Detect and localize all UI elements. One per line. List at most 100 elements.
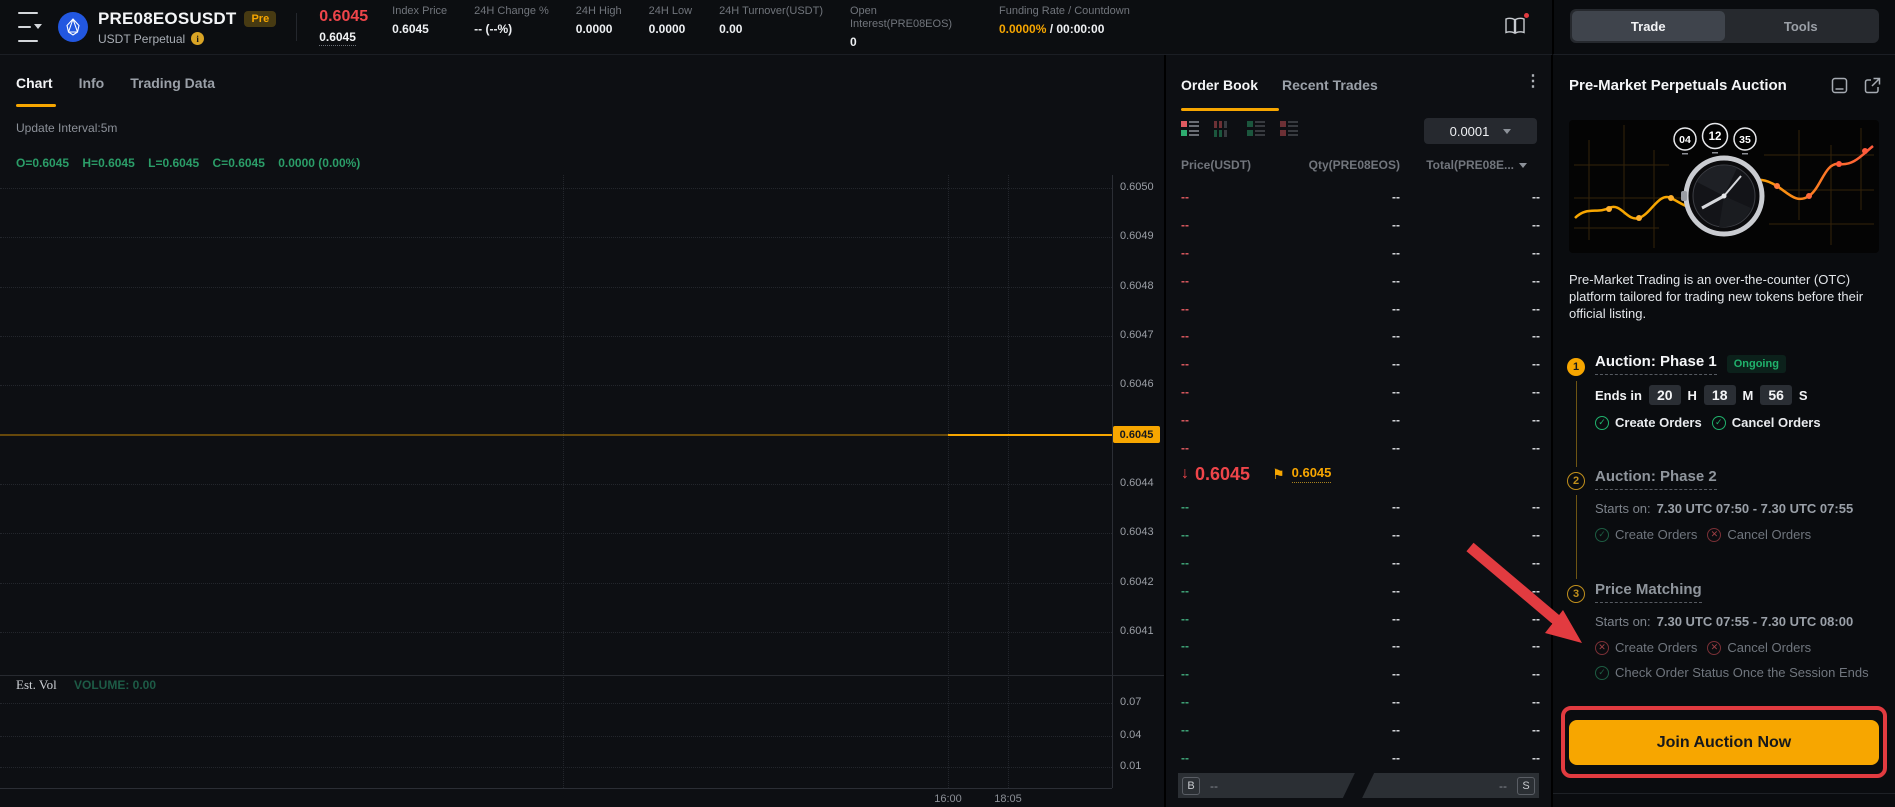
price-cell: --: [1181, 190, 1189, 204]
col-total[interactable]: Total(PRE08E...: [1426, 158, 1527, 172]
price-cell: --: [1181, 695, 1189, 709]
volume-axis-label: 0.01: [1120, 760, 1141, 772]
total-cell: --: [1532, 246, 1540, 260]
tab-tools[interactable]: Tools: [1725, 11, 1878, 41]
ask-row[interactable]: ------: [1166, 350, 1551, 378]
tab-order-book[interactable]: Order Book: [1181, 77, 1258, 93]
auction-title: Pre-Market Perpetuals Auction: [1569, 77, 1787, 94]
tab-trading-data[interactable]: Trading Data: [130, 75, 215, 91]
qty-cell: --: [1392, 302, 1400, 316]
symbol-name[interactable]: PRE08EOSUSDT: [98, 9, 236, 29]
price-axis-label: 0.6042: [1120, 576, 1154, 588]
ask-row[interactable]: ------: [1166, 322, 1551, 350]
book-icon[interactable]: [1504, 16, 1526, 41]
buy-ratio-value: --: [1210, 779, 1218, 793]
volume-axis-label: 0.04: [1120, 729, 1141, 741]
volume-axis-label: 0.07: [1120, 696, 1141, 708]
view-depth-icon[interactable]: [1214, 121, 1232, 137]
tab-trade[interactable]: Trade: [1572, 11, 1725, 41]
phase-1-title[interactable]: Auction: Phase 1: [1595, 353, 1717, 375]
auction-panel: Pre-Market Perpetuals Auction: [1553, 55, 1895, 807]
bid-row[interactable]: ------: [1166, 688, 1551, 716]
tab-info[interactable]: Info: [79, 75, 105, 91]
sell-ratio-value: --: [1499, 779, 1507, 793]
bid-row[interactable]: ------: [1166, 605, 1551, 633]
price-cell: --: [1181, 246, 1189, 260]
starts-on-value: 7.30 UTC 07:50 - 7.30 UTC 07:55: [1657, 501, 1854, 516]
join-auction-button[interactable]: Join Auction Now: [1569, 720, 1879, 765]
info-icon[interactable]: i: [191, 32, 204, 45]
gridline-horizontal: [0, 336, 1112, 337]
view-bids-icon[interactable]: [1247, 121, 1265, 137]
sell-ratio-bar: -- S: [1362, 773, 1539, 798]
qty-cell: --: [1392, 274, 1400, 288]
gridline-vertical: [563, 175, 564, 788]
active-tab-underline: [16, 104, 56, 107]
stat-label: 24H Low: [649, 5, 692, 18]
bid-row[interactable]: ------: [1166, 632, 1551, 660]
time-axis-line: [0, 788, 1112, 789]
price-axis-label: 0.6044: [1120, 477, 1154, 489]
price-axis-label: 0.6043: [1120, 526, 1154, 538]
bid-row[interactable]: ------: [1166, 660, 1551, 688]
more-options-icon[interactable]: ⋮: [1525, 75, 1541, 89]
bid-row[interactable]: ------: [1166, 577, 1551, 605]
phase-3-note: ✓Check Order Status Once the Session End…: [1595, 665, 1869, 680]
tab-recent-trades[interactable]: Recent Trades: [1282, 77, 1378, 93]
bid-row[interactable]: ------: [1166, 716, 1551, 744]
qty-cell: --: [1392, 500, 1400, 514]
total-cell: --: [1532, 556, 1540, 570]
flag-icon: ⚑: [1272, 466, 1285, 483]
gridline-horizontal: [0, 188, 1112, 189]
stat-value: 0.0000: [576, 22, 622, 36]
qty-cell: --: [1392, 357, 1400, 371]
countdown-minutes: 18: [1704, 385, 1736, 405]
price-down-arrow-icon: ↓: [1181, 465, 1189, 483]
doc-icon[interactable]: [1831, 77, 1848, 94]
ask-row[interactable]: ------: [1166, 183, 1551, 211]
bid-row[interactable]: ------: [1166, 549, 1551, 577]
banner-countdown-minutes: 12: [1709, 131, 1722, 143]
tick-size-value: 0.0001: [1450, 124, 1490, 139]
total-cell: --: [1532, 274, 1540, 288]
ask-row[interactable]: ------: [1166, 239, 1551, 267]
mark-price-link[interactable]: 0.6045: [1292, 465, 1332, 483]
header-left: PRE08EOSUSDT Pre USDT Perpetual i 0.6045…: [0, 0, 1552, 55]
total-cell: --: [1532, 723, 1540, 737]
bid-row[interactable]: ------: [1166, 744, 1551, 772]
mid-last-price[interactable]: 0.6045: [1195, 464, 1250, 485]
bid-row[interactable]: ------: [1166, 493, 1551, 521]
buy-ratio-bar: B --: [1178, 773, 1355, 798]
col-price: Price(USDT): [1181, 158, 1251, 172]
ask-row[interactable]: ------: [1166, 295, 1551, 323]
buy-badge: B: [1182, 777, 1200, 795]
external-link-icon[interactable]: [1864, 77, 1881, 94]
tick-size-dropdown[interactable]: 0.0001: [1424, 118, 1537, 144]
menu-icon[interactable]: [18, 8, 42, 46]
right-top-bar: Trade Tools: [1552, 0, 1895, 55]
price-cell: --: [1181, 329, 1189, 343]
menu-bar: [18, 12, 38, 14]
ask-row[interactable]: ------: [1166, 211, 1551, 239]
phase-2-title[interactable]: Auction: Phase 2: [1595, 468, 1717, 490]
ohlc-low: L=0.6045: [148, 156, 199, 170]
starts-on-label: Starts on:: [1595, 501, 1651, 516]
mark-price[interactable]: 0.6045: [319, 30, 356, 46]
col-qty: Qty(PRE08EOS): [1309, 158, 1400, 172]
phase-2-schedule: Starts on: 7.30 UTC 07:50 - 7.30 UTC 07:5…: [1595, 501, 1853, 516]
qty-cell: --: [1392, 639, 1400, 653]
menu-caret-icon: [34, 24, 42, 29]
view-asks-icon[interactable]: [1280, 121, 1298, 137]
tab-chart[interactable]: Chart: [16, 75, 53, 91]
bid-row[interactable]: ------: [1166, 521, 1551, 549]
view-default-icon[interactable]: [1181, 121, 1199, 137]
total-cell: --: [1532, 218, 1540, 232]
phase-3-title[interactable]: Price Matching: [1595, 581, 1702, 603]
ask-row[interactable]: ------: [1166, 267, 1551, 295]
ask-row[interactable]: ------: [1166, 378, 1551, 406]
ask-row[interactable]: ------: [1166, 406, 1551, 434]
total-cell: --: [1532, 667, 1540, 681]
last-price-line-dim: [0, 434, 948, 436]
last-price: 0.6045: [319, 8, 368, 26]
gridline-horizontal: [0, 484, 1112, 485]
